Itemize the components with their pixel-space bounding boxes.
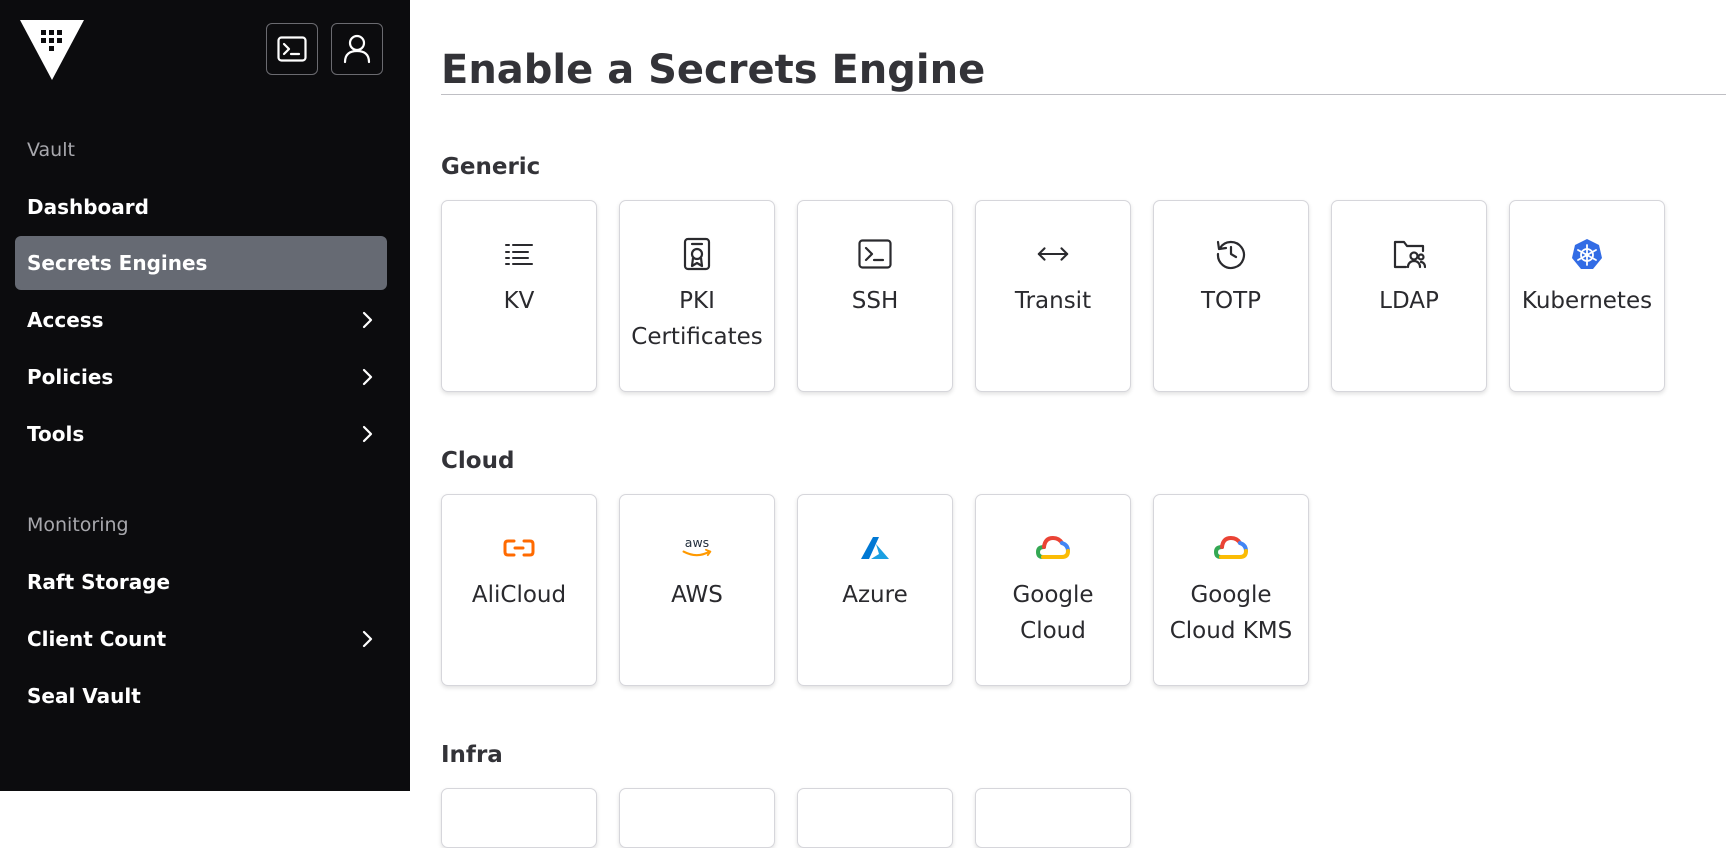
engine-card-ssh[interactable]: SSH: [797, 200, 953, 392]
chevron-right-icon: [347, 365, 387, 389]
console-button[interactable]: [266, 23, 318, 75]
nav-item-label: Policies: [27, 365, 114, 389]
engine-card-pki[interactable]: PKI Certificates: [619, 200, 775, 392]
engine-card-google-cloud[interactable]: Google Cloud: [975, 494, 1131, 686]
group-title-cloud: Cloud: [441, 448, 515, 474]
engine-card[interactable]: [797, 788, 953, 848]
nav-item-label: Access: [27, 308, 104, 332]
nav-item-access[interactable]: Access: [15, 293, 387, 347]
section-label-vault: Vault: [27, 139, 75, 161]
chevron-right-icon: [347, 308, 387, 332]
azure-icon: [858, 531, 892, 565]
aws-icon: aws: [680, 531, 714, 565]
nav-item-secrets-engines[interactable]: Secrets Engines: [15, 236, 387, 290]
list-icon: [502, 237, 536, 271]
google-cloud-icon: [1036, 531, 1070, 565]
section-label-monitoring: Monitoring: [27, 514, 129, 536]
nav-item-raft-storage[interactable]: Raft Storage: [15, 555, 387, 609]
generic-engine-cards: KV PKI Certificates SSH Transit TOTP LDA…: [441, 200, 1665, 392]
engine-label: Azure: [842, 582, 908, 608]
nav-item-tools[interactable]: Tools: [15, 407, 387, 461]
engine-label: TOTP: [1200, 288, 1262, 314]
engine-label: AliCloud: [471, 582, 567, 608]
arrows-horizontal-icon: [1036, 237, 1070, 271]
engine-card[interactable]: [441, 788, 597, 848]
chevron-right-icon: [347, 627, 387, 651]
certificate-icon: [680, 237, 714, 271]
terminal-icon: [277, 36, 307, 62]
alicloud-icon: [502, 531, 536, 565]
nav-item-label: Client Count: [27, 627, 167, 651]
engine-card-kv[interactable]: KV: [441, 200, 597, 392]
engine-label: Kubernetes: [1521, 288, 1653, 314]
user-menu-button[interactable]: [331, 23, 383, 75]
nav-item-label: Raft Storage: [27, 570, 171, 594]
history-icon: [1214, 237, 1248, 271]
nav-item-label: Tools: [27, 422, 85, 446]
engine-label: SSH: [851, 288, 899, 314]
chevron-right-icon: [347, 422, 387, 446]
group-title-infra: Infra: [441, 742, 503, 768]
engine-card-alicloud[interactable]: AliCloud: [441, 494, 597, 686]
nav-item-label: Dashboard: [27, 195, 149, 219]
engine-label: KV: [503, 288, 535, 314]
kubernetes-icon: [1570, 237, 1604, 271]
main-content: Enable a Secrets Engine Generic KV PKI C…: [410, 0, 1726, 848]
engine-card[interactable]: [975, 788, 1131, 848]
vault-logo[interactable]: [20, 20, 84, 80]
google-cloud-icon: [1214, 531, 1248, 565]
nav-item-label: Secrets Engines: [27, 251, 208, 275]
terminal-icon: [858, 237, 892, 271]
nav-item-label: Seal Vault: [27, 684, 141, 708]
engine-card[interactable]: [619, 788, 775, 848]
sidebar: Vault Dashboard Secrets Engines Access P…: [0, 0, 410, 791]
engine-card-azure[interactable]: Azure: [797, 494, 953, 686]
engine-label: AWS: [671, 582, 723, 608]
engine-label: Google Cloud: [1012, 582, 1094, 644]
title-divider: [441, 94, 1726, 95]
engine-card-aws[interactable]: aws AWS: [619, 494, 775, 686]
user-icon: [343, 34, 371, 64]
page-title: Enable a Secrets Engine: [441, 47, 986, 93]
group-title-generic: Generic: [441, 154, 541, 180]
nav-item-seal-vault[interactable]: Seal Vault: [15, 669, 387, 723]
engine-card-ldap[interactable]: LDAP: [1331, 200, 1487, 392]
engine-card-totp[interactable]: TOTP: [1153, 200, 1309, 392]
engine-label: PKI Certificates: [631, 288, 763, 350]
svg-text:aws: aws: [685, 535, 709, 550]
folder-users-icon: [1392, 237, 1426, 271]
infra-engine-cards: [441, 788, 1131, 848]
engine-card-transit[interactable]: Transit: [975, 200, 1131, 392]
cloud-engine-cards: AliCloud aws AWS Azure Google Cloud Goog…: [441, 494, 1309, 686]
engine-label: Google Cloud KMS: [1169, 582, 1293, 644]
nav-item-policies[interactable]: Policies: [15, 350, 387, 404]
engine-card-google-cloud-kms[interactable]: Google Cloud KMS: [1153, 494, 1309, 686]
nav-item-dashboard[interactable]: Dashboard: [15, 180, 387, 234]
engine-label: LDAP: [1379, 288, 1439, 314]
engine-card-kubernetes[interactable]: Kubernetes: [1509, 200, 1665, 392]
nav-item-client-count[interactable]: Client Count: [15, 612, 387, 666]
engine-label: Transit: [1014, 288, 1092, 314]
